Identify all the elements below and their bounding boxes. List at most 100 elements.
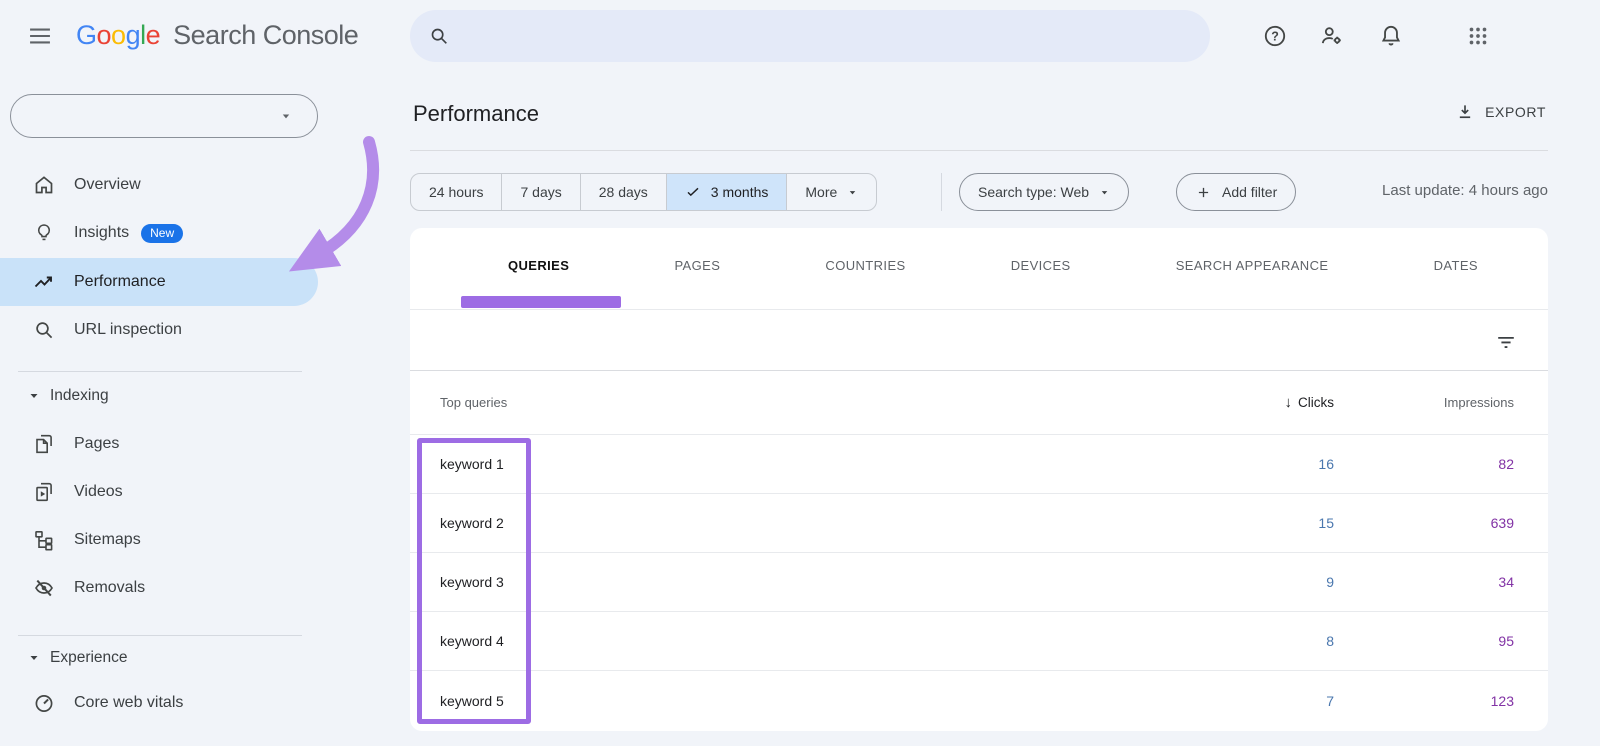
section-caret-icon bbox=[28, 390, 40, 402]
dimension-tabs: QUERIES PAGES COUNTRIES DEVICES SEARCH A… bbox=[410, 228, 1548, 310]
query-cell: keyword 5 bbox=[440, 693, 1204, 709]
sidebar-item-videos[interactable]: Videos bbox=[0, 468, 318, 516]
main-content: Performance EXPORT 24 hours 7 days 28 da… bbox=[410, 72, 1548, 746]
date-range-more[interactable]: More bbox=[787, 174, 876, 210]
date-range-selected-label: 3 months bbox=[711, 184, 769, 200]
help-button[interactable]: ? bbox=[1255, 16, 1295, 56]
date-range-3-months[interactable]: 3 months bbox=[667, 174, 788, 210]
search-icon bbox=[428, 25, 450, 47]
date-range-28-days[interactable]: 28 days bbox=[581, 174, 667, 210]
column-header-top-queries: Top queries bbox=[440, 395, 1204, 410]
search-input[interactable] bbox=[462, 27, 1192, 45]
impressions-cell: 123 bbox=[1334, 693, 1514, 709]
plus-icon bbox=[1195, 184, 1212, 201]
tab-devices[interactable]: DEVICES bbox=[1011, 258, 1071, 273]
table-header-row: Top queries ↓ Clicks Impressions bbox=[410, 371, 1548, 435]
filter-list-icon bbox=[1495, 331, 1517, 353]
table-row[interactable]: keyword 5 7 123 bbox=[410, 671, 1548, 730]
sidebar-item-sitemaps[interactable]: Sitemaps bbox=[0, 516, 318, 564]
sidebar-item-pages[interactable]: Pages bbox=[0, 420, 318, 468]
magnifier-icon bbox=[32, 318, 56, 342]
impressions-cell: 82 bbox=[1334, 456, 1514, 472]
google-logo-text: Google bbox=[76, 20, 160, 50]
lightbulb-icon bbox=[32, 221, 56, 245]
topbar: Google Search Console ? bbox=[0, 0, 1600, 72]
controls-divider bbox=[941, 173, 942, 211]
tab-countries[interactable]: COUNTRIES bbox=[825, 258, 905, 273]
date-range-group: 24 hours 7 days 28 days 3 months More bbox=[410, 173, 877, 211]
column-header-impressions[interactable]: Impressions bbox=[1334, 395, 1514, 410]
clicks-cell: 16 bbox=[1204, 456, 1334, 472]
sidebar-section-experience[interactable]: Experience bbox=[0, 638, 318, 678]
notifications-button[interactable] bbox=[1371, 16, 1411, 56]
tab-dates[interactable]: DATES bbox=[1434, 258, 1478, 273]
query-cell: keyword 1 bbox=[440, 456, 1204, 472]
sitemap-icon bbox=[32, 528, 56, 552]
google-search-console-app: Google Search Console ? bbox=[0, 0, 1600, 746]
sidebar-divider bbox=[18, 371, 302, 372]
table-row[interactable]: keyword 4 8 95 bbox=[410, 612, 1548, 671]
download-icon bbox=[1455, 102, 1475, 122]
new-badge: New bbox=[141, 224, 183, 243]
sidebar-divider bbox=[18, 635, 302, 636]
sidebar-item-overview[interactable]: Overview bbox=[0, 161, 318, 209]
sidebar-item-insights[interactable]: Insights New bbox=[0, 209, 318, 257]
sort-desc-icon: ↓ bbox=[1285, 394, 1293, 411]
table-toolbar bbox=[410, 310, 1548, 371]
sidebar-item-label: Pages bbox=[74, 435, 119, 453]
bell-icon bbox=[1378, 23, 1404, 49]
query-cell: keyword 3 bbox=[440, 574, 1204, 590]
tab-queries[interactable]: QUERIES bbox=[508, 258, 569, 273]
impressions-cell: 34 bbox=[1334, 574, 1514, 590]
table-filter-button[interactable] bbox=[1486, 322, 1526, 362]
more-label: More bbox=[805, 184, 837, 200]
clicks-cell: 8 bbox=[1204, 633, 1334, 649]
sidebar-item-label: URL inspection bbox=[74, 321, 182, 339]
date-range-7-days[interactable]: 7 days bbox=[502, 174, 580, 210]
add-filter-button[interactable]: Add filter bbox=[1176, 173, 1296, 211]
tab-search-appearance[interactable]: SEARCH APPEARANCE bbox=[1176, 258, 1329, 273]
date-range-24-hours[interactable]: 24 hours bbox=[411, 174, 502, 210]
clicks-cell: 7 bbox=[1204, 693, 1334, 709]
sidebar-item-url-inspection[interactable]: URL inspection bbox=[0, 306, 318, 354]
search-type-dropdown[interactable]: Search type: Web bbox=[959, 173, 1129, 211]
speedometer-icon bbox=[32, 691, 56, 715]
search-type-label: Search type: Web bbox=[978, 184, 1089, 200]
table-row[interactable]: keyword 1 16 82 bbox=[410, 435, 1548, 494]
manage-users-button[interactable] bbox=[1312, 16, 1352, 56]
caret-down-icon bbox=[1099, 187, 1110, 198]
table-row[interactable]: keyword 2 15 639 bbox=[410, 494, 1548, 553]
query-cell: keyword 2 bbox=[440, 515, 1204, 531]
clicks-cell: 9 bbox=[1204, 574, 1334, 590]
check-icon bbox=[685, 184, 701, 200]
sidebar-item-performance[interactable]: Performance bbox=[0, 258, 318, 306]
pages-icon bbox=[32, 432, 56, 456]
app-logo[interactable]: Google Search Console bbox=[76, 20, 358, 51]
sidebar-item-core-web-vitals[interactable]: Core web vitals bbox=[0, 679, 318, 727]
chevron-down-icon bbox=[279, 109, 293, 123]
global-search-bar[interactable] bbox=[410, 10, 1210, 62]
section-label: Indexing bbox=[50, 387, 109, 405]
column-header-clicks[interactable]: ↓ Clicks bbox=[1204, 394, 1334, 411]
add-filter-label: Add filter bbox=[1222, 184, 1277, 200]
export-button[interactable]: EXPORT bbox=[1455, 102, 1546, 122]
menu-button[interactable] bbox=[26, 18, 62, 54]
table-row[interactable]: keyword 3 9 34 bbox=[410, 553, 1548, 612]
page-title: Performance bbox=[413, 101, 539, 127]
sidebar-item-removals[interactable]: Removals bbox=[0, 564, 318, 612]
apps-grid-icon bbox=[1465, 23, 1491, 49]
sidebar-item-label: Core web vitals bbox=[74, 694, 183, 712]
sidebar-item-label: Overview bbox=[74, 176, 141, 194]
svg-text:?: ? bbox=[1271, 29, 1279, 43]
clicks-cell: 15 bbox=[1204, 515, 1334, 531]
sidebar-section-indexing[interactable]: Indexing bbox=[0, 376, 318, 416]
query-cell: keyword 4 bbox=[440, 633, 1204, 649]
property-selector[interactable] bbox=[10, 94, 318, 138]
apps-grid-button[interactable] bbox=[1458, 16, 1498, 56]
home-icon bbox=[32, 173, 56, 197]
videos-icon bbox=[32, 480, 56, 504]
tab-pages[interactable]: PAGES bbox=[674, 258, 720, 273]
active-tab-underline-annotation bbox=[461, 296, 621, 308]
title-divider bbox=[410, 150, 1548, 151]
sidebar-item-label: Performance bbox=[74, 273, 166, 291]
